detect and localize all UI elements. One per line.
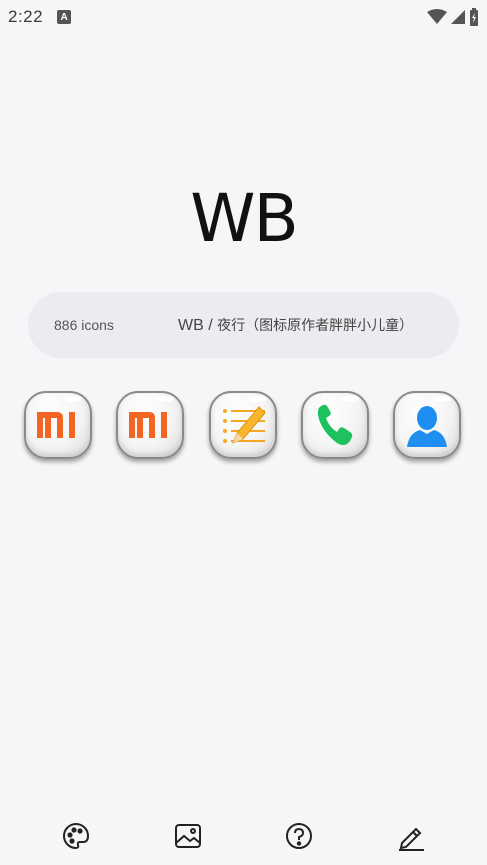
contacts-icon[interactable] bbox=[393, 391, 461, 459]
edit-icon[interactable] bbox=[395, 820, 427, 852]
pack-author: 夜行（图标原作者胖胖小儿童） bbox=[217, 317, 414, 333]
page-title: WB bbox=[190, 180, 299, 257]
wifi-icon bbox=[427, 9, 447, 24]
help-icon[interactable] bbox=[283, 820, 315, 852]
status-time: 2:22 bbox=[8, 7, 44, 26]
status-bar: 2:22 A bbox=[0, 0, 487, 34]
status-icons bbox=[427, 8, 479, 26]
signal-icon bbox=[451, 10, 465, 24]
wallpaper-icon[interactable] bbox=[172, 820, 204, 852]
icon-count: 886 icons bbox=[54, 317, 114, 333]
icon-pack-info: 886 icons WB / 夜行（图标原作者胖胖小儿童） bbox=[28, 292, 459, 358]
mi-icon[interactable] bbox=[24, 391, 92, 459]
pack-name: WB / 夜行（图标原作者胖胖小儿童） bbox=[178, 315, 413, 335]
notes-icon[interactable] bbox=[209, 391, 277, 459]
palette-icon[interactable] bbox=[60, 820, 92, 852]
battery-icon bbox=[470, 8, 478, 26]
pack-title: WB / bbox=[178, 317, 218, 334]
mi-icon[interactable] bbox=[116, 391, 184, 459]
phone-icon[interactable] bbox=[301, 391, 369, 459]
notification-icon: A bbox=[57, 10, 72, 24]
icon-preview-row bbox=[24, 391, 464, 463]
bottom-navigation bbox=[0, 815, 487, 855]
